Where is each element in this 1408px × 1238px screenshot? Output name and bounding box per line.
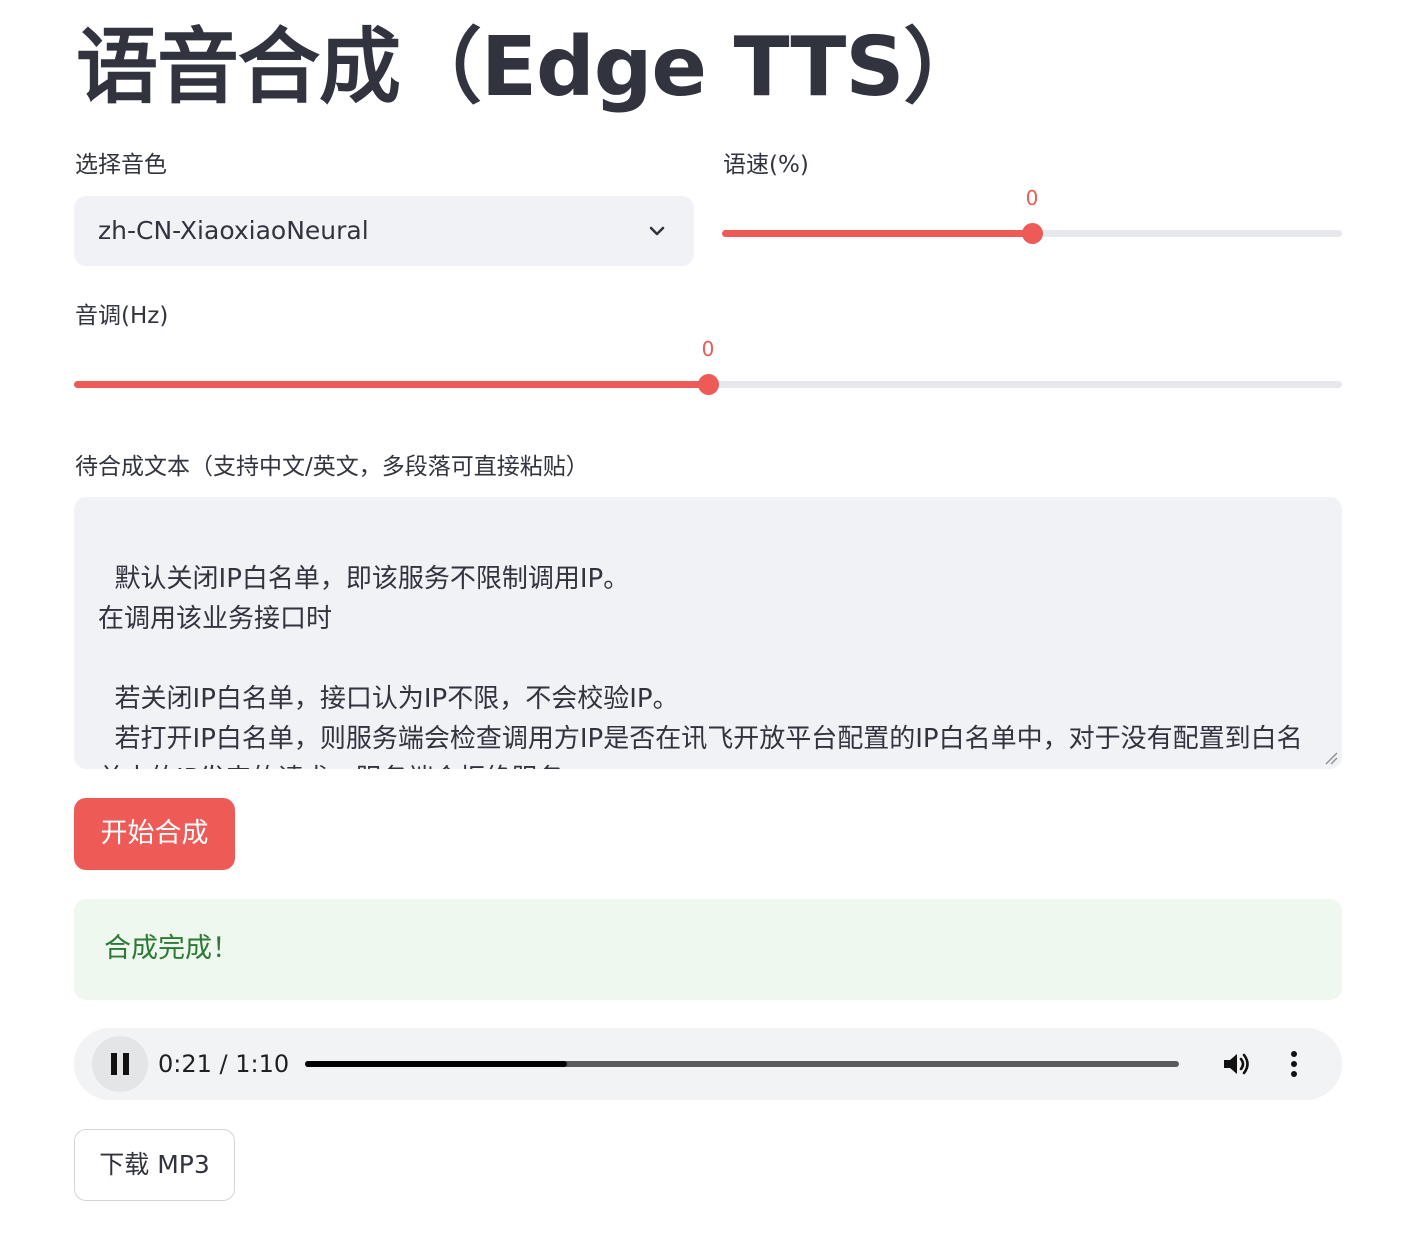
voice-select-value: zh-CN-XiaoxiaoNeural [98,216,369,245]
text-input[interactable]: 默认关闭IP白名单，即该服务不限制调用IP。 在调用该业务接口时 若关闭IP白名… [74,497,1342,769]
download-mp3-button[interactable]: 下载 MP3 [74,1129,235,1201]
voice-select-label: 选择音色 [75,152,167,178]
rate-slider[interactable]: 0 [722,186,1342,256]
rate-slider-thumb[interactable] [1022,223,1043,244]
success-alert: 合成完成！ [74,899,1342,1000]
audio-progress-fill [305,1061,568,1067]
page-title: 语音合成（Edge TTS） [76,20,985,115]
synthesize-button[interactable]: 开始合成 [74,798,235,870]
resize-handle-icon[interactable] [1324,751,1338,765]
audio-time: 0:21 / 1:10 [158,1050,290,1078]
more-vert-icon[interactable] [1280,1048,1308,1080]
pitch-slider[interactable]: 0 [74,337,1342,407]
text-input-value: 默认关闭IP白名单，即该服务不限制调用IP。 在调用该业务接口时 若关闭IP白名… [98,564,1303,769]
pause-button[interactable] [92,1036,148,1092]
voice-select[interactable]: zh-CN-XiaoxiaoNeural [74,196,694,266]
text-input-label: 待合成文本（支持中文/英文，多段落可直接粘贴） [75,454,589,480]
pitch-slider-label: 音调(Hz) [75,303,169,329]
rate-slider-label: 语速(%) [723,152,809,178]
audio-player: 0:21 / 1:10 [74,1028,1342,1100]
rate-slider-value: 0 [1025,186,1039,210]
pitch-slider-value: 0 [701,337,715,361]
chevron-down-icon [649,226,665,236]
pitch-slider-fill [74,381,708,388]
rate-slider-fill [722,230,1032,237]
pitch-slider-thumb[interactable] [698,374,719,395]
audio-progress-bar[interactable] [305,1058,1179,1070]
success-alert-text: 合成完成！ [104,933,239,964]
volume-icon[interactable] [1220,1048,1252,1080]
